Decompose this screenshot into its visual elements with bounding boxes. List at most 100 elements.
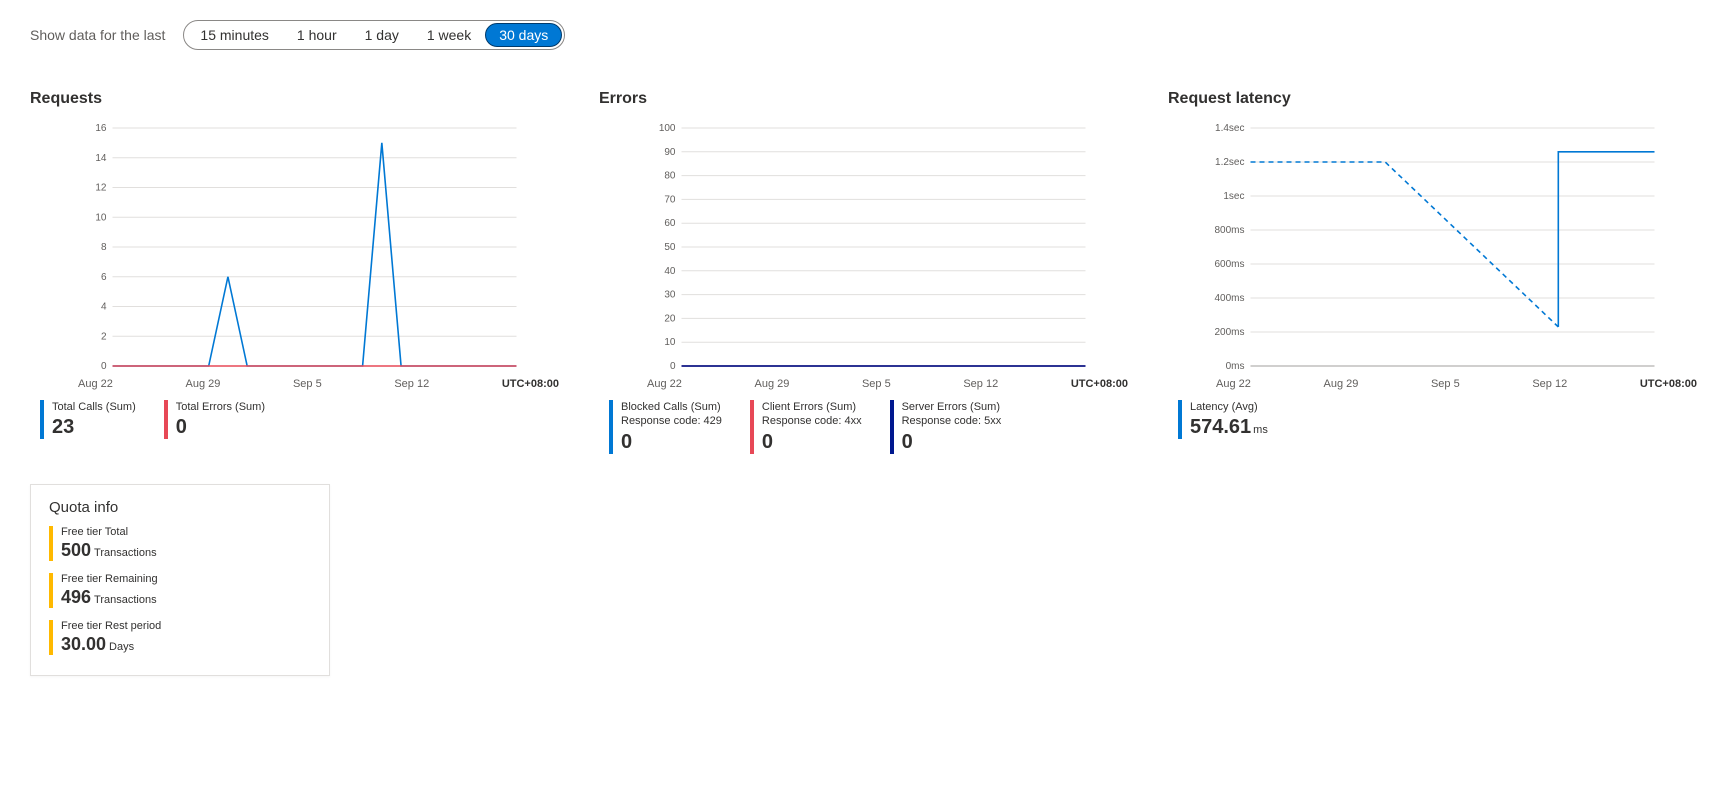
chart-latency: Request latency 0ms200ms400ms600ms800ms1… xyxy=(1168,90,1697,454)
time-range-option-1hour[interactable]: 1 hour xyxy=(283,23,351,47)
svg-text:80: 80 xyxy=(664,171,676,182)
svg-text:0: 0 xyxy=(101,361,107,372)
xaxis-tick: Aug 22 xyxy=(78,378,113,390)
svg-text:400ms: 400ms xyxy=(1214,293,1244,304)
xaxis-tick: Sep 12 xyxy=(394,378,429,390)
svg-text:4: 4 xyxy=(101,302,107,313)
xaxis-tick: Aug 29 xyxy=(1323,378,1358,390)
quota-item-value: 30.00Days xyxy=(61,634,161,655)
svg-text:600ms: 600ms xyxy=(1214,259,1244,270)
svg-text:30: 30 xyxy=(664,290,676,301)
time-range-pill-group: 15 minutes 1 hour 1 day 1 week 30 days xyxy=(183,20,565,50)
legend-label: Total Errors (Sum) xyxy=(176,400,265,414)
svg-text:40: 40 xyxy=(664,266,676,277)
legend-color-bar xyxy=(609,400,613,454)
chart-latency-legend: Latency (Avg) 574.61ms xyxy=(1168,400,1697,439)
quota-free-tier-total: Free tier Total 500Transactions xyxy=(49,526,311,561)
quota-item-label: Free tier Remaining xyxy=(61,573,158,585)
legend-latency-avg[interactable]: Latency (Avg) 574.61ms xyxy=(1178,400,1268,439)
svg-text:1.2sec: 1.2sec xyxy=(1215,157,1244,168)
legend-color-bar xyxy=(164,400,168,439)
xaxis-tick: Sep 5 xyxy=(1431,378,1460,390)
xaxis-tick: Sep 5 xyxy=(862,378,891,390)
legend-value: 23 xyxy=(52,416,136,439)
time-range-option-1week[interactable]: 1 week xyxy=(413,23,485,47)
svg-text:800ms: 800ms xyxy=(1214,225,1244,236)
svg-text:50: 50 xyxy=(664,242,676,253)
svg-text:0: 0 xyxy=(670,361,676,372)
svg-text:90: 90 xyxy=(664,147,676,158)
legend-total-calls[interactable]: Total Calls (Sum) 23 xyxy=(40,400,136,439)
legend-value: 0 xyxy=(621,431,722,454)
quota-item-value: 500Transactions xyxy=(61,540,157,561)
legend-server-errors[interactable]: Server Errors (Sum) Response code: 5xx 0 xyxy=(890,400,1002,454)
quota-color-bar xyxy=(49,573,53,608)
chart-requests-legend: Total Calls (Sum) 23 Total Errors (Sum) … xyxy=(30,400,559,439)
legend-label: Server Errors (Sum) xyxy=(902,400,1002,414)
svg-text:14: 14 xyxy=(95,153,107,164)
chart-latency-plot[interactable]: 0ms200ms400ms600ms800ms1sec1.2sec1.4sec xyxy=(1168,122,1697,372)
svg-text:2: 2 xyxy=(101,331,107,342)
legend-label: Blocked Calls (Sum) xyxy=(621,400,722,414)
chart-errors-title: Errors xyxy=(599,90,1128,108)
legend-color-bar xyxy=(40,400,44,439)
quota-item-label: Free tier Rest period xyxy=(61,620,161,632)
legend-sublabel: Response code: 4xx xyxy=(762,414,862,428)
quota-free-tier-remaining: Free tier Remaining 496Transactions xyxy=(49,573,311,608)
quota-item-value: 496Transactions xyxy=(61,587,158,608)
quota-color-bar xyxy=(49,526,53,561)
svg-text:8: 8 xyxy=(101,242,107,253)
legend-value: 0 xyxy=(762,431,862,454)
svg-text:1sec: 1sec xyxy=(1223,191,1244,202)
svg-text:0ms: 0ms xyxy=(1226,361,1245,372)
svg-text:6: 6 xyxy=(101,272,107,283)
legend-total-errors[interactable]: Total Errors (Sum) 0 xyxy=(164,400,265,439)
quota-free-tier-rest-period: Free tier Rest period 30.00Days xyxy=(49,620,311,655)
quota-item-label: Free tier Total xyxy=(61,526,157,538)
chart-requests-title: Requests xyxy=(30,90,559,108)
chart-timezone: UTC+08:00 xyxy=(502,378,559,390)
chart-requests-plot[interactable]: 0246810121416 xyxy=(30,122,559,372)
svg-text:60: 60 xyxy=(664,218,676,229)
legend-label: Latency (Avg) xyxy=(1190,400,1268,414)
chart-errors-xaxis: Aug 22 Aug 29 Sep 5 Sep 12 UTC+08:00 xyxy=(599,378,1128,390)
time-range-label: Show data for the last xyxy=(30,27,165,43)
xaxis-tick: Sep 12 xyxy=(1532,378,1567,390)
svg-text:16: 16 xyxy=(95,123,107,134)
time-range-option-15min[interactable]: 15 minutes xyxy=(186,23,282,47)
legend-value: 0 xyxy=(902,431,1002,454)
quota-color-bar xyxy=(49,620,53,655)
chart-requests-xaxis: Aug 22 Aug 29 Sep 5 Sep 12 UTC+08:00 xyxy=(30,378,559,390)
xaxis-tick: Aug 22 xyxy=(647,378,682,390)
xaxis-tick: Aug 22 xyxy=(1216,378,1251,390)
chart-timezone: UTC+08:00 xyxy=(1640,378,1697,390)
legend-color-bar xyxy=(750,400,754,454)
legend-color-bar xyxy=(890,400,894,454)
legend-label: Client Errors (Sum) xyxy=(762,400,862,414)
charts-row: Requests 0 2 4 6 8 10 12 14 16 Aug 22 Aug 29 Sep… xyxy=(30,90,1697,454)
quota-info-card: Quota info Free tier Total 500Transactio… xyxy=(30,484,330,676)
xaxis-tick: Aug 29 xyxy=(754,378,789,390)
svg-text:12: 12 xyxy=(95,183,107,194)
quota-title: Quota info xyxy=(49,499,311,516)
time-range-option-30days[interactable]: 30 days xyxy=(485,23,562,47)
legend-sublabel: Response code: 5xx xyxy=(902,414,1002,428)
legend-value: 574.61ms xyxy=(1190,416,1268,439)
legend-value: 0 xyxy=(176,416,265,439)
time-range-selector: Show data for the last 15 minutes 1 hour… xyxy=(30,20,1697,50)
chart-latency-title: Request latency xyxy=(1168,90,1697,108)
chart-errors-legend: Blocked Calls (Sum) Response code: 429 0… xyxy=(599,400,1128,454)
legend-sublabel: Response code: 429 xyxy=(621,414,722,428)
svg-text:20: 20 xyxy=(664,313,676,324)
svg-text:10: 10 xyxy=(664,337,676,348)
legend-client-errors[interactable]: Client Errors (Sum) Response code: 4xx 0 xyxy=(750,400,862,454)
xaxis-tick: Aug 29 xyxy=(185,378,220,390)
chart-errors: Errors 0102030405060708090100 Aug 22 Aug… xyxy=(599,90,1128,454)
svg-text:100: 100 xyxy=(659,123,676,134)
legend-color-bar xyxy=(1178,400,1182,439)
chart-errors-plot[interactable]: 0102030405060708090100 xyxy=(599,122,1128,372)
time-range-option-1day[interactable]: 1 day xyxy=(351,23,413,47)
legend-label: Total Calls (Sum) xyxy=(52,400,136,414)
chart-timezone: UTC+08:00 xyxy=(1071,378,1128,390)
legend-blocked-calls[interactable]: Blocked Calls (Sum) Response code: 429 0 xyxy=(609,400,722,454)
